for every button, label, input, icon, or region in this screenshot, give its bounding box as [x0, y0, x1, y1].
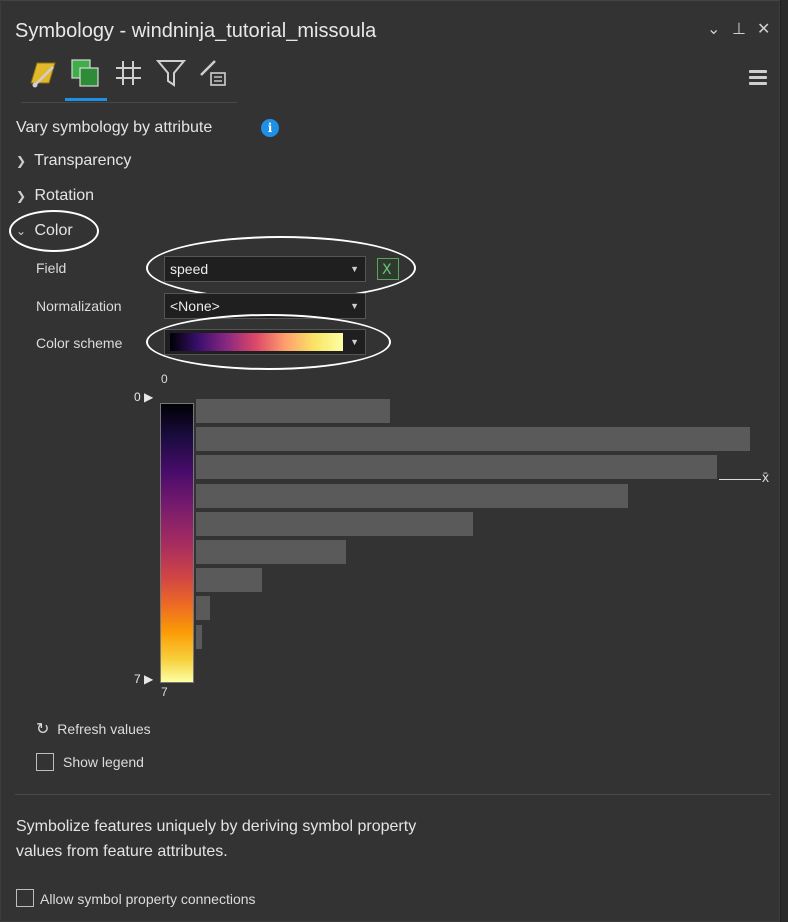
hash-grid-icon: [116, 61, 141, 85]
ramp-min-handle[interactable]: 0 ▶: [134, 390, 153, 404]
funnel-icon: [155, 60, 187, 87]
refresh-values-label: Refresh values: [57, 721, 151, 737]
chevron-right-icon: ❯: [16, 154, 27, 168]
tab-vary-by-attribute[interactable]: [65, 53, 105, 97]
histogram-bar: [196, 625, 202, 649]
field-label: Field: [36, 260, 67, 276]
refresh-icon: ↻: [36, 721, 50, 738]
expression-button[interactable]: X: [377, 258, 399, 280]
normalization-label: Normalization: [36, 298, 122, 314]
symbology-pane: Symbology - windninja_tutorial_missoula …: [0, 0, 780, 922]
tab-attribute-driven[interactable]: [193, 53, 233, 97]
color-ramp: [149, 403, 195, 683]
allow-connections-checkbox[interactable]: [16, 889, 34, 907]
dropdown-arrow-icon: ▼: [350, 264, 359, 274]
divider: [15, 794, 771, 795]
description-text: Symbolize features uniquely by deriving …: [16, 818, 417, 860]
green-squares-icon: [71, 59, 99, 87]
histogram-bar: [196, 540, 346, 564]
show-legend-checkbox[interactable]: [36, 753, 54, 771]
handle-arrow-icon: ▶: [144, 672, 154, 686]
title-bar: Symbology - windninja_tutorial_missoula …: [1, 1, 781, 49]
rotation-section-toggle[interactable]: ❯ Rotation: [16, 187, 94, 205]
color-ramp-bar: [160, 403, 194, 683]
histogram: [1, 1, 781, 922]
close-icon[interactable]: ✕: [757, 19, 770, 39]
color-scheme-dropdown[interactable]: ▼: [164, 329, 366, 355]
tab-symbol-layers[interactable]: [109, 53, 149, 97]
brush-polygon-icon: [30, 62, 56, 88]
histogram-bar: [196, 596, 210, 620]
chevron-down-icon: ⌄: [16, 224, 27, 238]
rotation-label: Rotation: [34, 187, 95, 204]
ramp-max-handle-label: 7: [134, 672, 141, 686]
selected-tab-indicator: [65, 98, 107, 101]
hamburger-menu-icon[interactable]: [749, 70, 767, 86]
field-dropdown[interactable]: speed ▼: [164, 256, 366, 282]
transparency-section-toggle[interactable]: ❯ Transparency: [16, 152, 131, 170]
ramp-max-value: 7: [161, 685, 168, 699]
expression-x-icon: X: [382, 262, 392, 278]
info-icon[interactable]: i: [261, 119, 279, 137]
color-label: Color: [34, 222, 73, 239]
color-scheme-swatch: [170, 333, 343, 351]
ramp-min-value: 0: [161, 372, 168, 386]
histogram-bar: [196, 512, 473, 536]
normalization-dropdown[interactable]: <None> ▼: [164, 293, 366, 319]
pane-title: Symbology - windninja_tutorial_missoula: [15, 20, 377, 42]
pane-options-chevron-icon[interactable]: ⌄: [707, 19, 720, 39]
histogram-bar: [196, 455, 717, 479]
handle-arrow-icon: ▶: [144, 390, 154, 404]
mean-label: x̄: [762, 469, 769, 485]
field-value: speed: [170, 261, 209, 277]
tab-symbol-filter[interactable]: [151, 53, 191, 97]
section-heading: Vary symbology by attribute: [16, 119, 213, 136]
color-section-toggle[interactable]: ⌄ Color: [16, 222, 73, 240]
histogram-bar: [196, 568, 262, 592]
normalization-value: <None>: [170, 298, 220, 314]
dropdown-arrow-icon: ▼: [350, 301, 359, 311]
mean-indicator-line: [719, 479, 761, 480]
chevron-right-icon: ❯: [16, 189, 27, 203]
pane-edge: [780, 0, 788, 922]
tab-primary-symbology[interactable]: [23, 53, 63, 97]
allow-connections-label: Allow symbol property connections: [40, 891, 256, 907]
ramp-min-handle-label: 0: [134, 390, 141, 404]
show-legend-label: Show legend: [63, 754, 144, 770]
histogram-bar: [196, 427, 750, 451]
pin-icon[interactable]: ⊥: [732, 19, 746, 39]
transparency-label: Transparency: [34, 152, 132, 169]
svg-text:X: X: [382, 262, 392, 278]
color-scheme-label: Color scheme: [36, 335, 123, 351]
pen-list-icon: [200, 60, 226, 86]
histogram-bar: [196, 399, 390, 423]
ramp-max-handle[interactable]: 7 ▶: [134, 672, 153, 686]
dropdown-arrow-icon: ▼: [350, 337, 359, 347]
refresh-values-button[interactable]: ↻ Refresh values: [36, 719, 151, 739]
histogram-bar: [196, 484, 628, 508]
symbology-tabs: [21, 53, 237, 103]
